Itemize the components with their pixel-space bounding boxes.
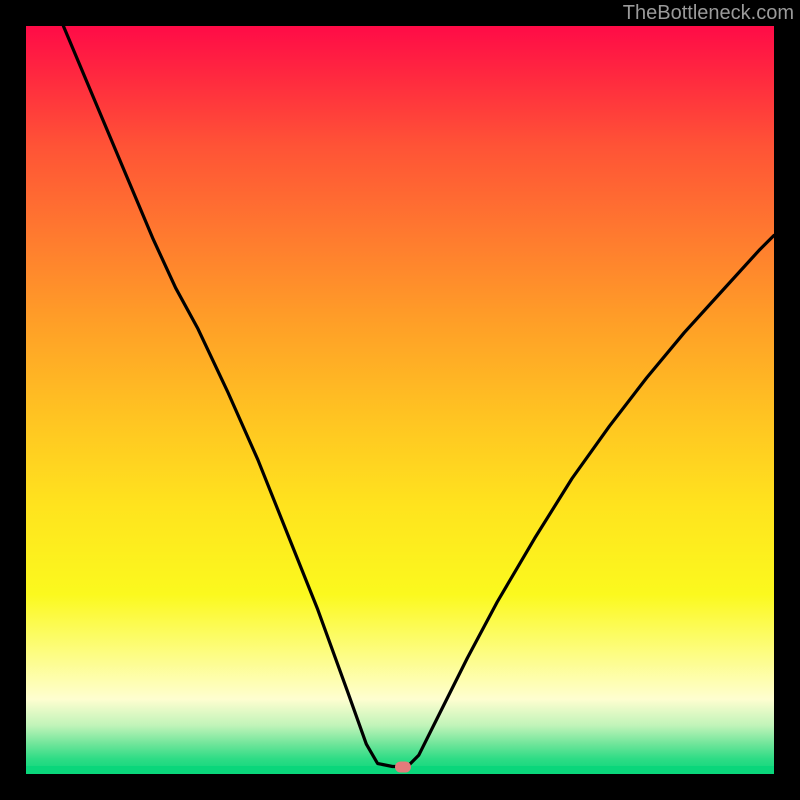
bottleneck-curve [26,26,774,774]
chart-frame: TheBottleneck.com [0,0,800,800]
plot-area [26,26,774,774]
optimal-point-marker [395,761,411,772]
watermark-text: TheBottleneck.com [623,2,794,25]
